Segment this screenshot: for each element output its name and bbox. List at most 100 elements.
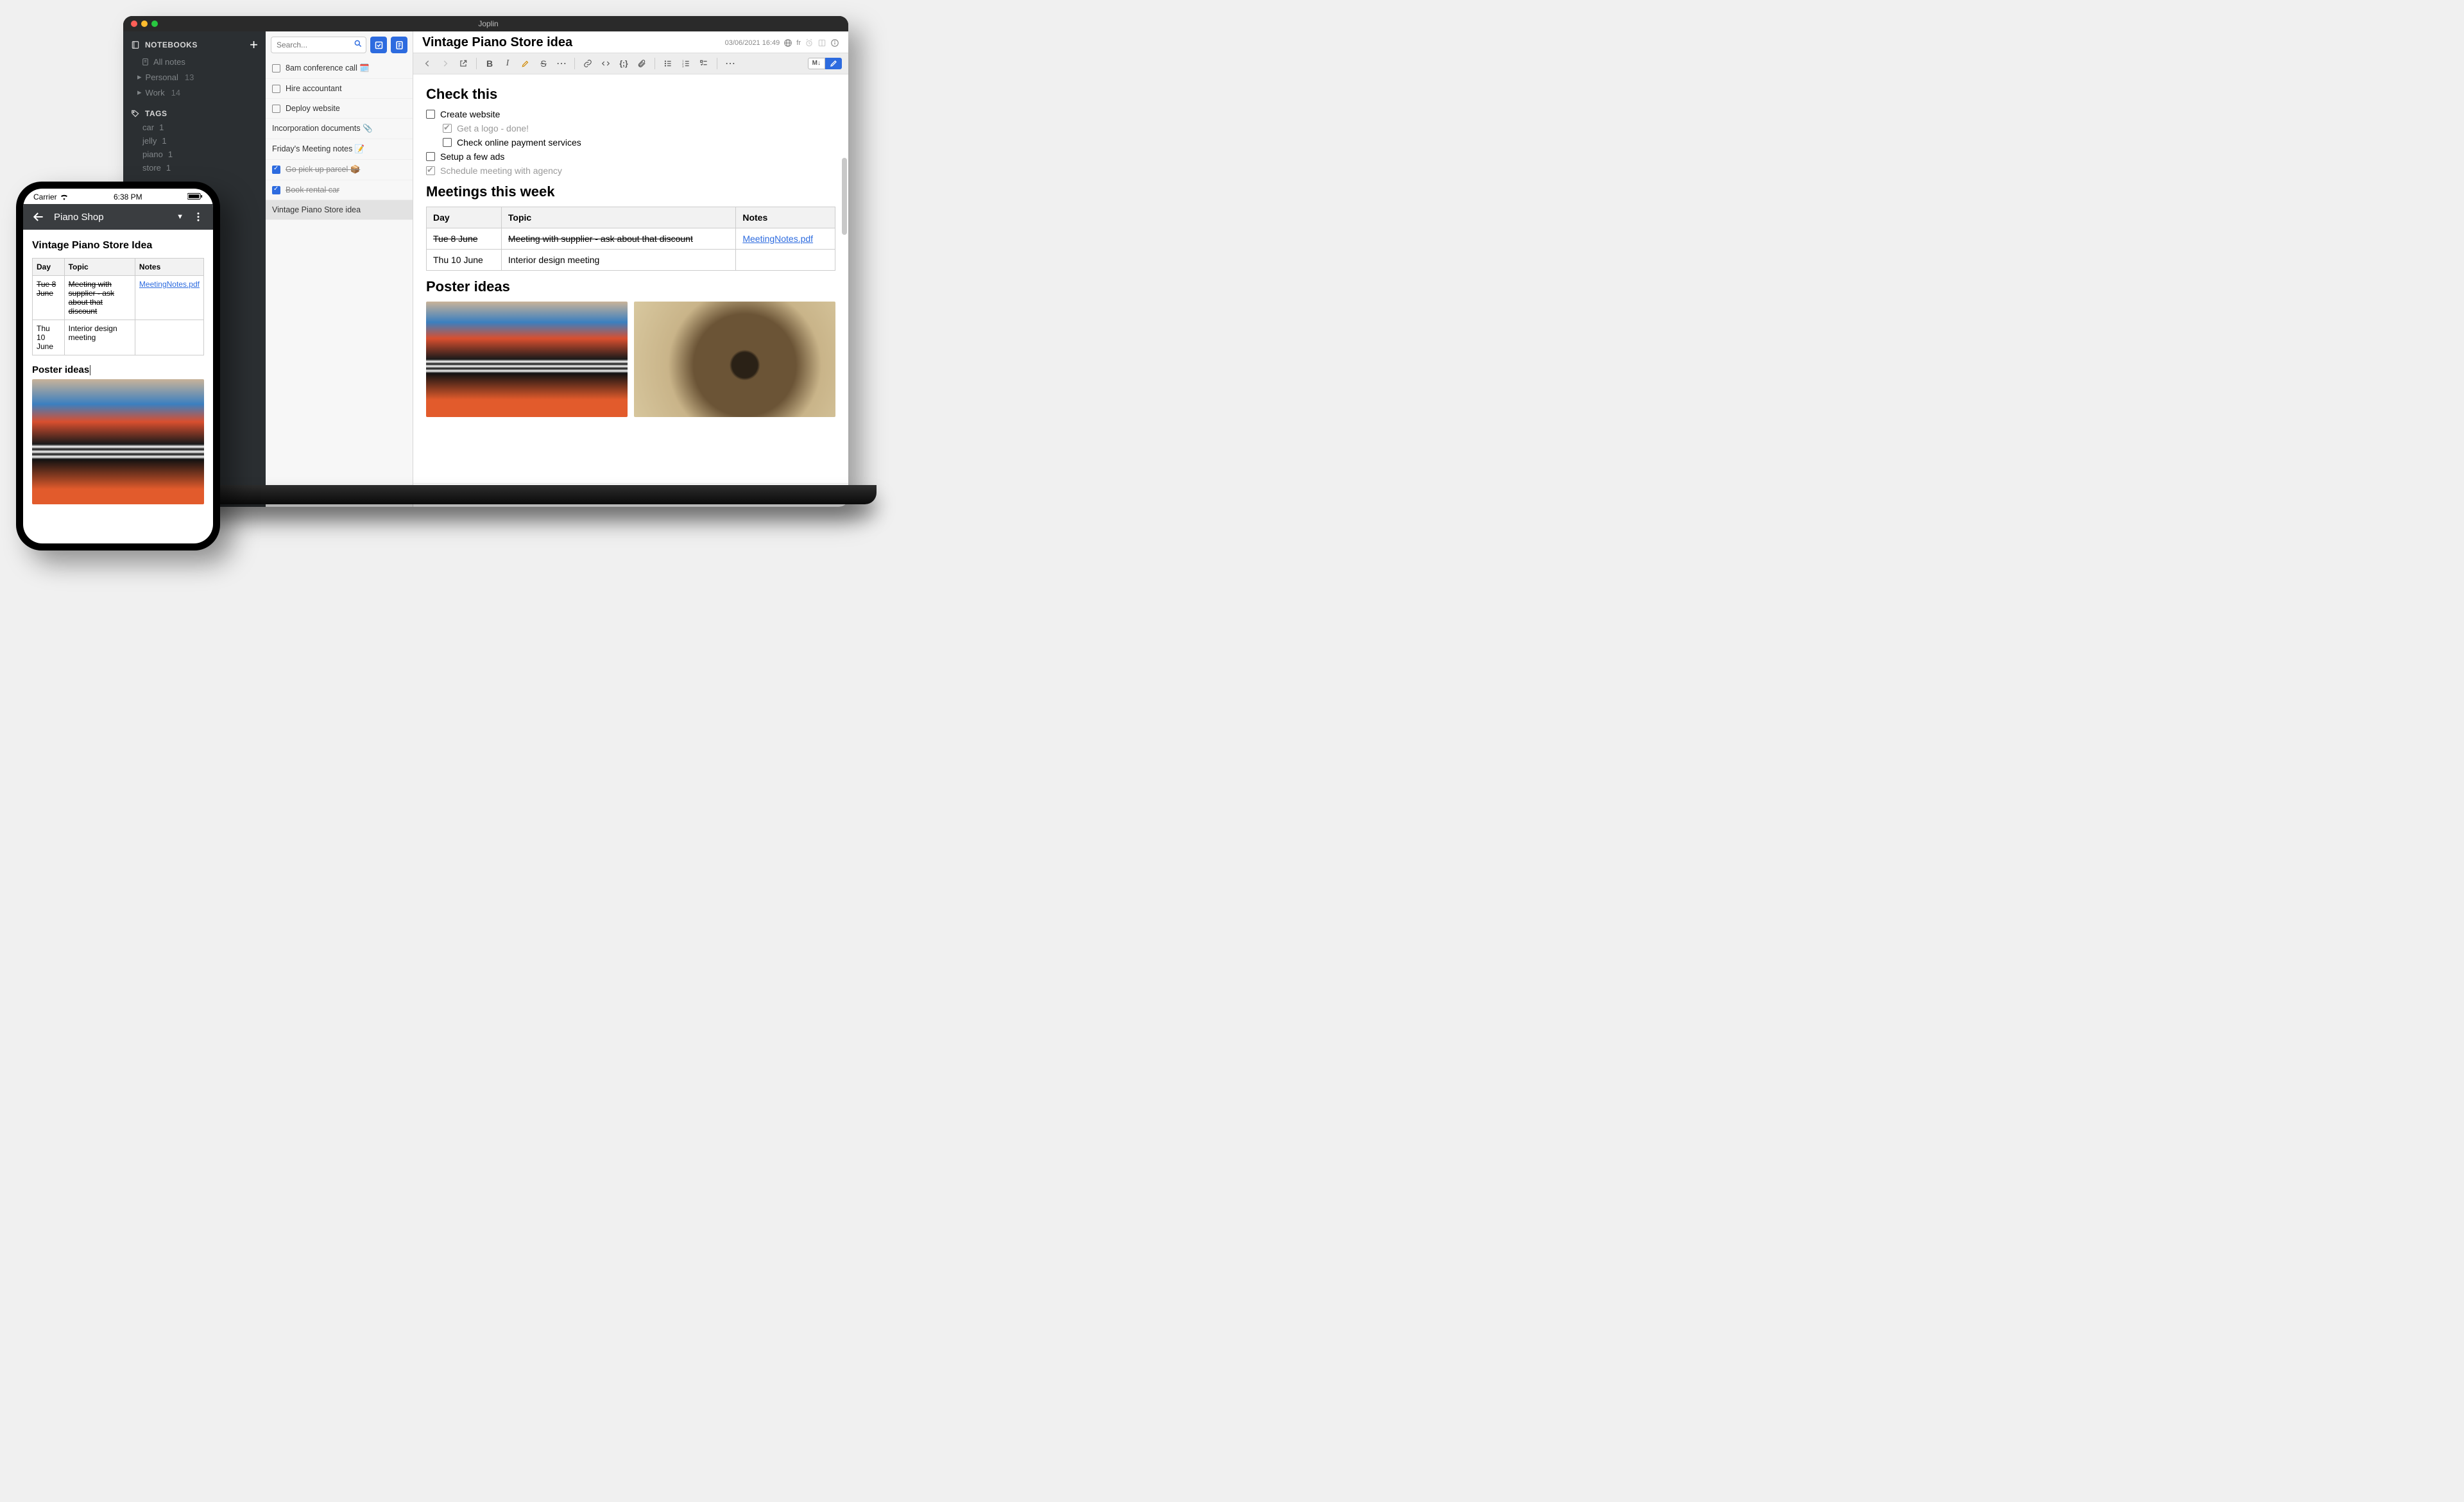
new-todo-button[interactable] bbox=[370, 37, 387, 53]
code-button[interactable] bbox=[598, 56, 613, 71]
todo-checkbox[interactable] bbox=[272, 105, 280, 113]
attachment-link[interactable]: MeetingNotes.pdf bbox=[742, 234, 813, 244]
add-notebook-button[interactable]: + bbox=[250, 38, 258, 52]
notebook-work[interactable]: ▸ Work 14 bbox=[123, 85, 266, 100]
todo-checkbox[interactable] bbox=[272, 186, 280, 194]
nav-forward-button[interactable] bbox=[438, 56, 453, 71]
table-cell: Thu 10 June bbox=[427, 250, 502, 271]
editor-mode-toggle[interactable]: M↓ bbox=[808, 58, 842, 69]
checklist-checkbox[interactable] bbox=[443, 138, 452, 147]
search-icon[interactable] bbox=[354, 39, 363, 48]
tag-icon bbox=[131, 109, 140, 118]
numbered-list-button[interactable]: 123 bbox=[678, 56, 694, 71]
tag-label: car bbox=[142, 123, 154, 132]
table-cell: MeetingNotes.pdf bbox=[736, 228, 835, 250]
notebook-icon bbox=[131, 40, 140, 49]
layout-icon[interactable] bbox=[817, 38, 826, 47]
note-list-item[interactable]: Vintage Piano Store idea bbox=[266, 200, 413, 220]
todo-checkbox[interactable] bbox=[272, 166, 280, 174]
desktop-window: Joplin NOTEBOOKS + All notes ▸ Personal … bbox=[123, 16, 848, 507]
more-format-button[interactable]: ⋯ bbox=[554, 56, 569, 71]
meetings-table: Day Topic Notes Tue 8 JuneMeeting with s… bbox=[426, 207, 835, 271]
checklist-label: Setup a few ads bbox=[440, 151, 504, 162]
note-list-item[interactable]: Incorporation documents 📎 bbox=[266, 119, 413, 139]
todo-checkbox[interactable] bbox=[272, 85, 280, 93]
ph-th-topic: Topic bbox=[64, 259, 135, 276]
note-list-label: Incorporation documents 📎 bbox=[272, 124, 373, 133]
checklist-checkbox[interactable] bbox=[426, 166, 435, 175]
checklist-checkbox[interactable] bbox=[426, 110, 435, 119]
link-button[interactable] bbox=[580, 56, 595, 71]
heading-check-this: Check this bbox=[426, 86, 835, 103]
search-input[interactable] bbox=[271, 37, 366, 53]
markdown-mode-button[interactable]: M↓ bbox=[808, 58, 825, 69]
editor-content[interactable]: Check this Create websiteGet a logo - do… bbox=[413, 74, 848, 483]
minimize-window-button[interactable] bbox=[141, 21, 148, 27]
scrollbar[interactable] bbox=[842, 158, 847, 235]
notebook-count: 13 bbox=[185, 73, 194, 82]
tag-jelly[interactable]: jelly1 bbox=[123, 134, 266, 148]
carrier-label: Carrier bbox=[33, 192, 57, 201]
phone-header: Piano Shop ▼ bbox=[23, 204, 213, 230]
attachment-button[interactable] bbox=[634, 56, 649, 71]
phone-status-bar: Carrier 6:38 PM bbox=[23, 189, 213, 201]
phone-note-body[interactable]: Vintage Piano Store Idea Day Topic Notes… bbox=[23, 230, 213, 543]
tag-car[interactable]: car1 bbox=[123, 121, 266, 134]
code-block-button[interactable]: {;} bbox=[616, 56, 631, 71]
notebooks-header: NOTEBOOKS bbox=[145, 40, 198, 49]
notebook-label: Personal bbox=[146, 73, 178, 82]
more-menu-icon[interactable] bbox=[193, 211, 204, 223]
bold-button[interactable]: B bbox=[482, 56, 497, 71]
checklist-button[interactable] bbox=[696, 56, 712, 71]
tag-store[interactable]: store1 bbox=[123, 161, 266, 175]
info-icon[interactable] bbox=[830, 38, 839, 47]
chevron-right-icon: ▸ bbox=[137, 72, 142, 82]
note-list-item[interactable]: Hire accountant bbox=[266, 79, 413, 99]
more-insert-button[interactable]: ⋯ bbox=[723, 56, 738, 71]
note-list-label: Book rental car bbox=[286, 185, 339, 194]
spell-lang[interactable]: fr bbox=[796, 39, 801, 47]
dropdown-icon[interactable]: ▼ bbox=[176, 213, 184, 221]
back-arrow-icon[interactable] bbox=[32, 210, 45, 223]
todo-checkbox[interactable] bbox=[272, 64, 280, 73]
globe-icon[interactable] bbox=[783, 38, 792, 47]
notebook-personal[interactable]: ▸ Personal 13 bbox=[123, 69, 266, 85]
checklist-checkbox[interactable] bbox=[443, 124, 452, 133]
editor-panel: Vintage Piano Store idea 03/06/2021 16:4… bbox=[413, 31, 848, 507]
nav-back-button[interactable] bbox=[420, 56, 435, 71]
strikethrough-button[interactable]: S bbox=[536, 56, 551, 71]
phone-poster-image bbox=[32, 379, 204, 504]
heading-meetings: Meetings this week bbox=[426, 183, 835, 200]
note-list-item[interactable]: Friday's Meeting notes 📝 bbox=[266, 139, 413, 160]
note-list-item[interactable]: Book rental car bbox=[266, 180, 413, 200]
highlight-button[interactable] bbox=[518, 56, 533, 71]
wifi-icon bbox=[60, 194, 69, 200]
close-window-button[interactable] bbox=[131, 21, 137, 27]
note-list-item[interactable]: Deploy website bbox=[266, 99, 413, 119]
phone-nav-title: Piano Shop bbox=[54, 212, 167, 223]
table-row: Thu 10 JuneInterior design meeting bbox=[427, 250, 835, 271]
heading-poster: Poster ideas bbox=[426, 278, 835, 295]
table-cell: Meeting with supplier - ask about that d… bbox=[64, 276, 135, 320]
richtext-mode-button[interactable] bbox=[825, 58, 842, 69]
maximize-window-button[interactable] bbox=[151, 21, 158, 27]
note-list-item[interactable]: Go pick up parcel 📦 bbox=[266, 160, 413, 180]
note-list-label: Deploy website bbox=[286, 104, 340, 113]
checklist-checkbox[interactable] bbox=[426, 152, 435, 161]
note-title[interactable]: Vintage Piano Store idea bbox=[422, 35, 719, 50]
notebook-label: Work bbox=[146, 88, 165, 98]
note-list-item[interactable]: 8am conference call 🗓️ bbox=[266, 58, 413, 79]
new-note-button[interactable] bbox=[391, 37, 407, 53]
tag-piano[interactable]: piano1 bbox=[123, 148, 266, 161]
italic-button[interactable]: I bbox=[500, 56, 515, 71]
bullet-list-button[interactable] bbox=[660, 56, 676, 71]
alarm-icon[interactable] bbox=[805, 38, 814, 47]
table-cell: MeetingNotes.pdf bbox=[135, 276, 203, 320]
notebook-count: 14 bbox=[171, 88, 180, 98]
checklist-label: Get a logo - done! bbox=[457, 123, 529, 133]
external-link-button[interactable] bbox=[456, 56, 471, 71]
all-notes-item[interactable]: All notes bbox=[123, 55, 266, 69]
attachment-link[interactable]: MeetingNotes.pdf bbox=[139, 280, 200, 289]
ph-th-notes: Notes bbox=[135, 259, 203, 276]
tag-label: piano bbox=[142, 149, 163, 159]
